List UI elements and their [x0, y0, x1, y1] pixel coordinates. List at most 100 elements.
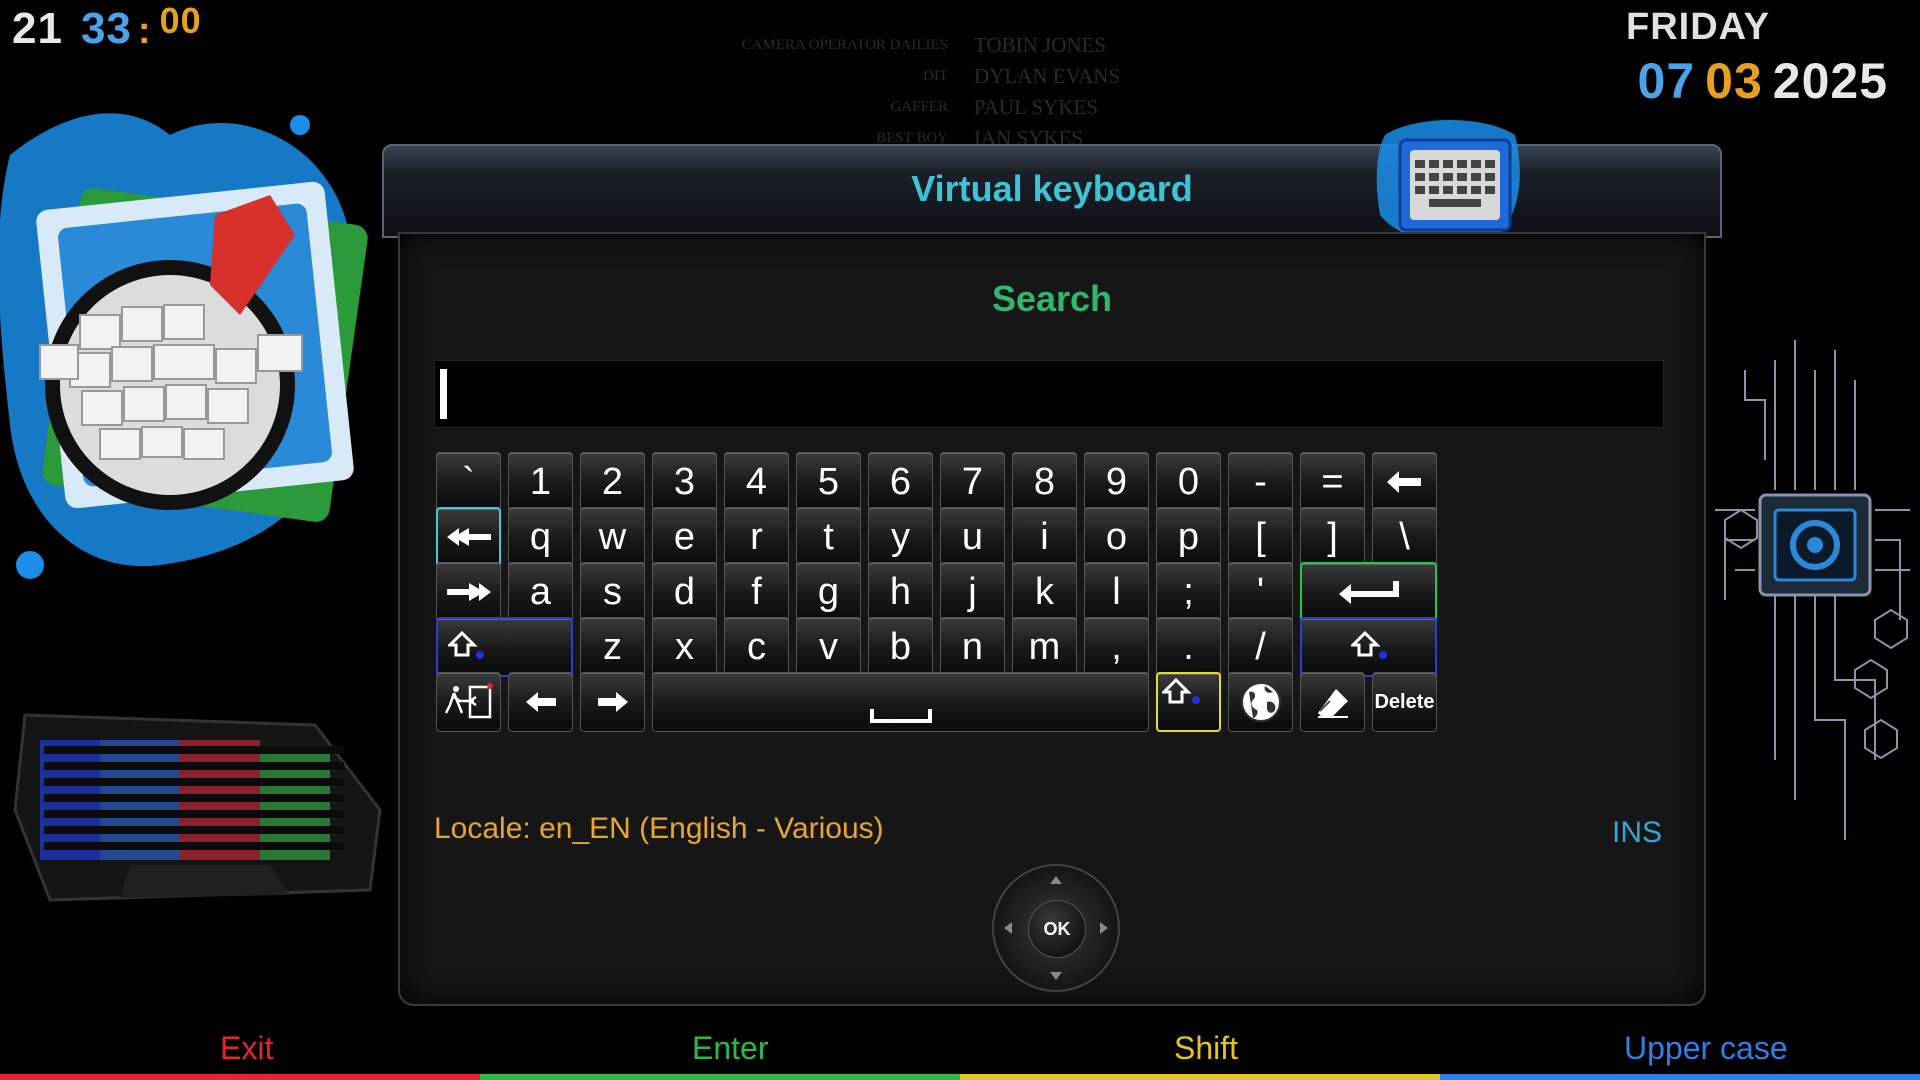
key-cursor-left[interactable] [508, 672, 573, 732]
virtual-keyboard-dialog: Search ` 1 2 3 4 5 6 7 8 9 0 - = q w e r… [398, 232, 1706, 1006]
enter-arrow-icon [1338, 581, 1399, 604]
footer-uppercase-label[interactable]: Upper case [1624, 1030, 1788, 1067]
key-apostrophe[interactable]: ' [1228, 562, 1293, 622]
key-8[interactable]: 8 [1012, 452, 1077, 512]
key-comma[interactable]: , [1084, 617, 1149, 677]
red-button-bar [0, 1074, 480, 1080]
key-a[interactable]: a [508, 562, 573, 622]
search-input[interactable] [434, 360, 1664, 428]
credit-row: GAFFER PAUL SYKES [890, 95, 1098, 119]
date-weekday: FRIDAY [1626, 6, 1770, 48]
key-tab-forward[interactable] [436, 562, 501, 622]
key-d[interactable]: d [652, 562, 717, 622]
keyboard-globe-artwork [0, 113, 368, 579]
backspace-arrow-icon [1386, 471, 1421, 493]
key-4[interactable]: 4 [724, 452, 789, 512]
key-q[interactable]: q [508, 507, 573, 567]
globe-icon [1240, 682, 1281, 722]
key-clear[interactable] [1300, 672, 1365, 732]
eraser-icon [1317, 689, 1348, 718]
key-9[interactable]: 9 [1084, 452, 1149, 512]
key-semicolon[interactable]: ; [1156, 562, 1221, 622]
key-j[interactable]: j [940, 562, 1005, 622]
credit-row: CAMERA OPERATOR DAILIES TOBIN JONES [741, 33, 1107, 57]
key-equals[interactable]: = [1300, 452, 1365, 512]
clock-seconds: 00 [159, 0, 202, 41]
key-0[interactable]: 0 [1156, 452, 1221, 512]
key-caps-lock[interactable] [1156, 672, 1221, 732]
key-minus[interactable]: - [1228, 452, 1293, 512]
tab-left-icon [446, 528, 491, 546]
key-backspace[interactable] [1372, 452, 1437, 512]
key-c[interactable]: c [724, 617, 789, 677]
date-day: 07 [1637, 53, 1696, 109]
yellow-button-bar [960, 1074, 1440, 1080]
key-p[interactable]: p [1156, 507, 1221, 567]
key-t[interactable]: t [796, 507, 861, 567]
gaming-keyboard-image [13, 713, 382, 902]
remote-dpad[interactable]: OK [992, 864, 1120, 992]
prompt-label: Search [991, 278, 1113, 319]
dpad-ok-button[interactable]: OK [1028, 900, 1086, 958]
key-6[interactable]: 6 [868, 452, 933, 512]
clock-separator: : [137, 10, 152, 52]
key-left-bracket[interactable]: [ [1228, 507, 1293, 567]
key-language[interactable] [1228, 672, 1293, 732]
key-g[interactable]: g [796, 562, 861, 622]
keyboard-icon [1376, 120, 1520, 244]
key-r[interactable]: r [724, 507, 789, 567]
date-full: 07 03 2025 [1638, 52, 1888, 110]
key-b[interactable]: b [868, 617, 933, 677]
credit-row: DIT DYLAN EVANS [923, 64, 1121, 88]
footer-shift-label[interactable]: Shift [1174, 1030, 1238, 1067]
key-backtick[interactable]: ` [436, 452, 501, 512]
shift-arrow-icon [448, 631, 484, 659]
key-n[interactable]: n [940, 617, 1005, 677]
circuit-chip-artwork [1715, 340, 1910, 840]
key-5[interactable]: 5 [796, 452, 861, 512]
tab-right-icon [446, 583, 491, 601]
key-v[interactable]: v [796, 617, 861, 677]
clock-hours: 21 [12, 4, 63, 53]
key-s[interactable]: s [580, 562, 645, 622]
key-h[interactable]: h [868, 562, 933, 622]
key-l[interactable]: l [1084, 562, 1149, 622]
background-credits: CAMERA OPERATOR DAILIES TOBIN JONES DIT DY… [700, 30, 1160, 154]
exit-door-icon [444, 683, 493, 719]
key-tab-back[interactable] [436, 507, 501, 567]
key-k[interactable]: k [1012, 562, 1077, 622]
key-exit[interactable] [436, 672, 501, 732]
key-backslash[interactable]: \ [1372, 507, 1437, 567]
text-cursor [440, 369, 447, 419]
key-3[interactable]: 3 [652, 452, 717, 512]
shift-arrow-icon [1350, 631, 1387, 659]
footer-enter-label[interactable]: Enter [692, 1030, 768, 1067]
key-y[interactable]: y [868, 507, 933, 567]
key-1[interactable]: 1 [508, 452, 573, 512]
key-u[interactable]: u [940, 507, 1005, 567]
key-z[interactable]: z [580, 617, 645, 677]
key-period[interactable]: . [1156, 617, 1221, 677]
key-cursor-right[interactable] [580, 672, 645, 732]
key-delete[interactable]: Delete [1372, 672, 1437, 732]
date-month: 03 [1705, 53, 1763, 109]
caps-lock-icon [1162, 678, 1200, 704]
key-enter[interactable] [1300, 562, 1437, 622]
key-w[interactable]: w [580, 507, 645, 567]
key-shift-right[interactable] [1300, 617, 1437, 677]
key-o[interactable]: o [1084, 507, 1149, 567]
key-m[interactable]: m [1012, 617, 1077, 677]
key-e[interactable]: e [652, 507, 717, 567]
locale-label: Locale: en_EN (English - Various) [434, 812, 884, 845]
footer-exit-label[interactable]: Exit [220, 1030, 273, 1067]
space-icon [869, 709, 932, 723]
key-shift-left[interactable] [436, 617, 573, 677]
key-slash[interactable]: / [1228, 617, 1293, 677]
key-7[interactable]: 7 [940, 452, 1005, 512]
key-space[interactable] [652, 672, 1149, 732]
key-2[interactable]: 2 [580, 452, 645, 512]
key-x[interactable]: x [652, 617, 717, 677]
key-right-bracket[interactable]: ] [1300, 507, 1365, 567]
key-i[interactable]: i [1012, 507, 1077, 567]
key-f[interactable]: f [724, 562, 789, 622]
